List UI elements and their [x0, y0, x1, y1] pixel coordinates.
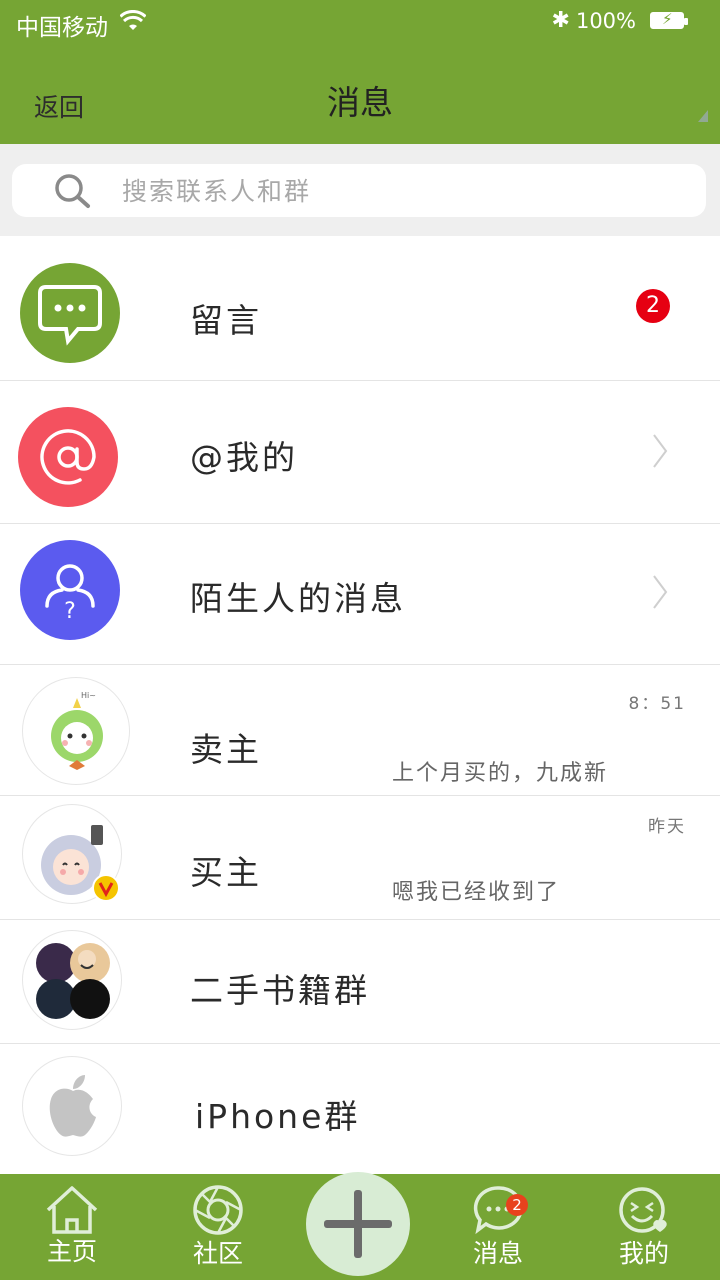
add-button[interactable] [306, 1172, 410, 1276]
list-item-title: 陌生人的消息 [190, 579, 406, 618]
bottom-tab-bar: 主页 社区 2 消息 我的 [0, 1172, 720, 1280]
message-preview: 上个月买的，九成新 [392, 761, 609, 786]
bluetooth-icon: ✱ [551, 8, 570, 33]
status-right: ✱ 100% ⚡ [551, 8, 688, 33]
list-item-seller[interactable]: Hi~ 8：51 卖主 上个月买的，九成新 [0, 665, 720, 796]
battery-percent: 100% [575, 8, 636, 33]
message-preview: 嗯我已经收到了 [392, 880, 561, 905]
list-item-title: 买主 [190, 853, 262, 892]
svg-text:?: ? [64, 599, 76, 624]
tab-messages-badge: 2 [506, 1194, 528, 1216]
group-avatar [22, 930, 122, 1030]
wifi-icon [119, 9, 147, 36]
tab-messages-label: 消息 [472, 1239, 523, 1268]
page-title: 消息 [327, 83, 393, 122]
tab-community-label: 社区 [192, 1239, 243, 1268]
message-list: 留言 2 @我的 ? 陌生人的消息 Hi~ 8：51 卖主 上个月买的，九成新 … [0, 236, 720, 1174]
timestamp: 8：51 [628, 694, 686, 714]
tab-home[interactable]: 主页 [22, 1182, 122, 1268]
status-bar: 中国移动 ✱ 100% ⚡ [0, 0, 720, 44]
chevron-right-icon [652, 433, 668, 473]
list-item-strangers[interactable]: ? 陌生人的消息 [0, 524, 720, 665]
tab-messages[interactable]: 2 消息 [448, 1182, 548, 1270]
search-bar [0, 144, 720, 236]
messages-screen: 中国移动 ✱ 100% ⚡ 返回 消息 搜索联系人和群 留言 2 @我的 ? 陌… [0, 0, 720, 1280]
list-item-buyer[interactable]: 昨天 买主 嗯我已经收到了 [0, 796, 720, 920]
verified-badge-icon [92, 874, 120, 902]
list-item-iphone-group[interactable]: iPhone群 [0, 1044, 720, 1174]
battery-icon: ⚡ [650, 10, 688, 29]
list-item-title: 留言 [190, 301, 262, 340]
search-icon [52, 172, 92, 214]
svg-text:Hi~: Hi~ [81, 691, 96, 700]
top-bar: 中国移动 ✱ 100% ⚡ 返回 消息 [0, 0, 720, 144]
apple-logo-icon [22, 1056, 122, 1156]
list-item-title: 二手书籍群 [190, 971, 370, 1010]
corner-triangle-icon [698, 110, 708, 122]
chevron-right-icon [652, 574, 668, 614]
list-item-title: 卖主 [190, 730, 262, 769]
carrier-label: 中国移动 [16, 15, 108, 41]
list-item-title: @我的 [190, 438, 298, 477]
tab-community[interactable]: 社区 [168, 1182, 268, 1270]
list-item-title: iPhone群 [195, 1097, 361, 1136]
tab-me[interactable]: 我的 [594, 1182, 694, 1270]
timestamp: 昨天 [648, 817, 686, 837]
list-item-books-group[interactable]: 二手书籍群 [0, 920, 720, 1044]
avatar: Hi~ [22, 677, 130, 785]
list-item-messages[interactable]: 留言 2 [0, 236, 720, 381]
message-bubble-icon [20, 263, 120, 363]
unread-badge: 2 [636, 289, 670, 323]
plus-icon [324, 1190, 392, 1258]
tab-me-label: 我的 [618, 1239, 669, 1268]
stranger-icon: ? [20, 540, 120, 640]
tab-home-label: 主页 [46, 1237, 97, 1266]
search-box[interactable] [12, 164, 706, 217]
list-item-mentions[interactable]: @我的 [0, 381, 720, 524]
at-sign-icon [18, 407, 118, 507]
search-input[interactable] [122, 172, 682, 210]
